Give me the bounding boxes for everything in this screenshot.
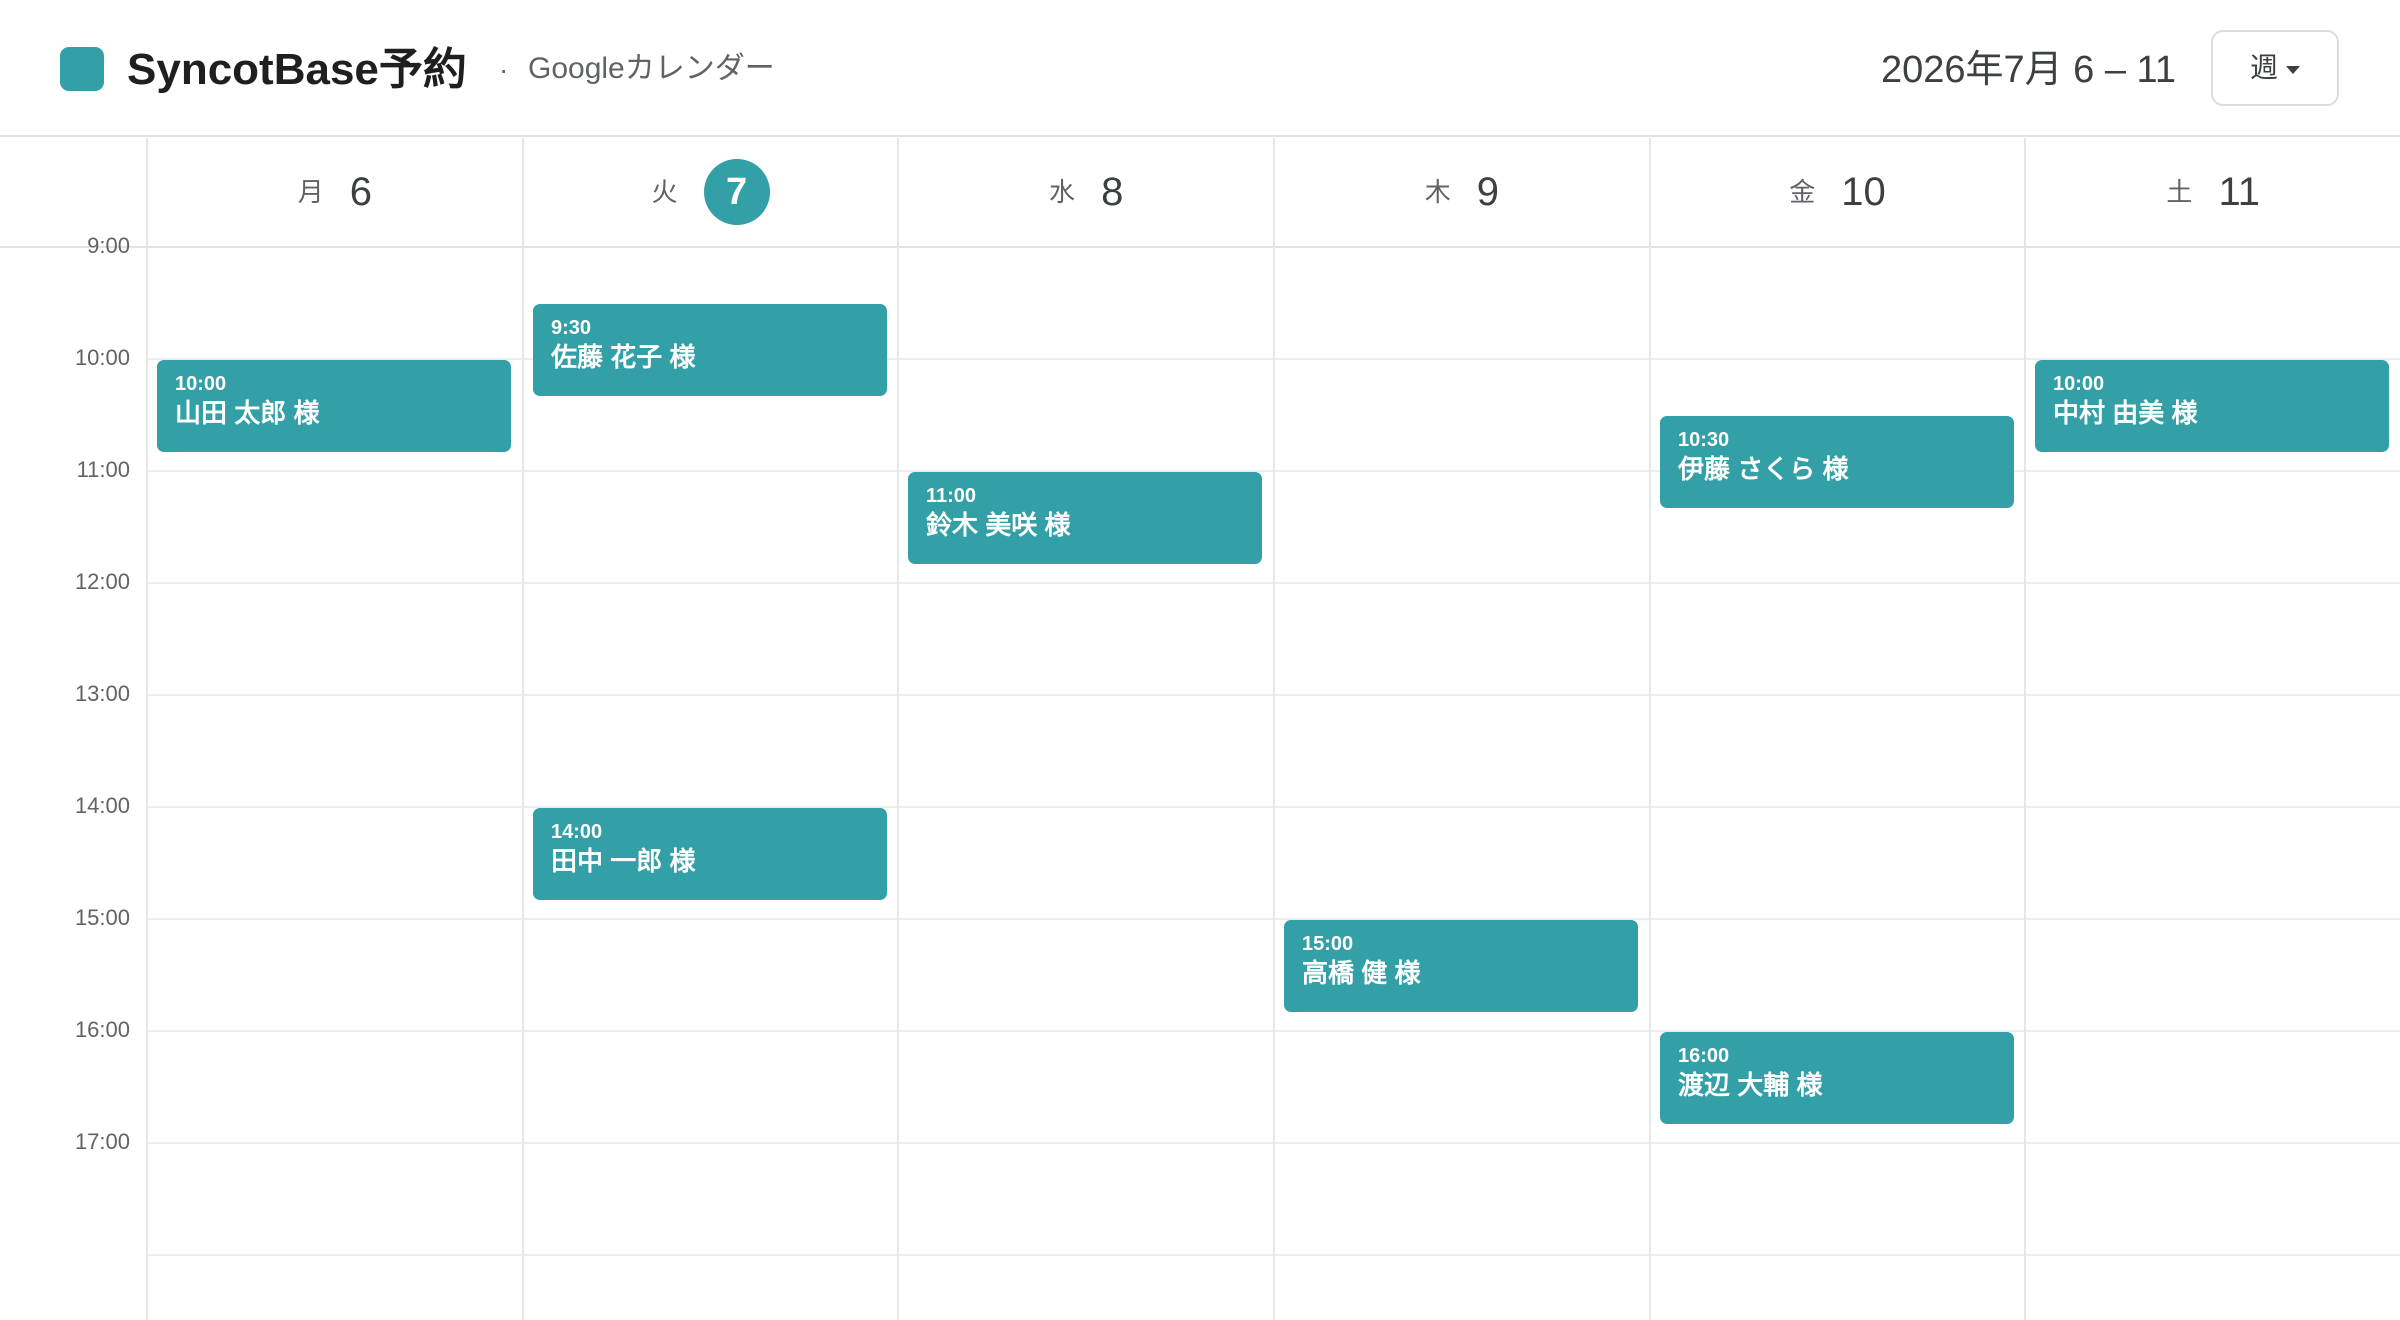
event-customer-name: 佐藤 花子 様	[551, 342, 696, 372]
booking-event[interactable]: 10:30 伊藤 さくら 様	[1660, 416, 2014, 508]
event-customer-name: 渡辺 大輔 様	[1678, 1070, 1823, 1100]
booking-event[interactable]: 14:00 田中 一郎 様	[533, 808, 887, 900]
day-number: 11	[2218, 170, 2260, 214]
brand-square-icon	[60, 47, 104, 91]
event-start-time: 16:00	[1678, 1045, 1730, 1067]
day-of-week-label: 月	[297, 177, 324, 207]
time-label: 14:00	[74, 793, 130, 818]
event-customer-name: 山田 太郎 様	[175, 398, 320, 428]
time-label: 13:00	[74, 681, 130, 706]
day-header[interactable]: 土 11	[2024, 138, 2400, 246]
day-of-week-label: 木	[1424, 177, 1451, 207]
booking-event[interactable]: 11:00 鈴木 美咲 様	[908, 472, 1262, 564]
app-title: SyncotBase予約	[127, 45, 467, 94]
event-customer-name: 鈴木 美咲 様	[926, 510, 1071, 540]
week-grid: 9:00 10:00 11:00 12:00 13:00 14:00 15:00 16:00 1…	[0, 138, 2400, 1320]
event-start-time: 10:00	[2053, 373, 2105, 395]
day-of-week-label: 火	[651, 177, 678, 207]
booking-event[interactable]: 15:00 高橋 健 様	[1284, 920, 1638, 1012]
day-column-divider	[897, 138, 899, 1320]
day-number: 6	[349, 170, 372, 214]
day-column-divider	[1649, 138, 1651, 1320]
event-start-time: 10:00	[175, 373, 227, 395]
day-number: 9	[1476, 170, 1499, 214]
app-header: SyncotBase予約 · Googleカレンダー 2026年7月 6 – 1…	[0, 0, 2400, 137]
day-column-divider	[522, 138, 524, 1320]
event-customer-name: 伊藤 さくら 様	[1678, 454, 1849, 484]
time-label: 10:00	[74, 345, 130, 370]
event-start-time: 14:00	[551, 821, 603, 843]
day-number: 10	[1841, 170, 1886, 214]
time-label: 12:00	[74, 569, 130, 594]
day-header[interactable]: 木9	[1273, 138, 1649, 246]
event-start-time: 9:30	[551, 317, 592, 339]
booking-event[interactable]: 10:00 山田 太郎 様	[157, 360, 511, 452]
event-start-time: 11:00	[926, 485, 977, 507]
day-header[interactable]: 月6	[146, 138, 522, 246]
time-label: 15:00	[74, 905, 130, 930]
today-date-badge: 7	[703, 159, 770, 225]
view-selector-button[interactable]: 週	[2211, 30, 2339, 106]
event-customer-name: 高橋 健 様	[1302, 958, 1421, 988]
day-header[interactable]: 水8	[897, 138, 1273, 246]
day-column-divider	[146, 138, 148, 1320]
day-column-divider	[2024, 138, 2026, 1320]
day-number: 8	[1101, 170, 1124, 214]
date-range-label: 2026年7月 6 – 11	[1880, 49, 2176, 91]
event-customer-name: 田中 一郎 様	[551, 846, 696, 876]
time-label: 9:00	[87, 233, 130, 258]
event-customer-name: 中村 由美 様	[2053, 398, 2198, 428]
calendar-source-label: Googleカレンダー	[528, 52, 775, 85]
caret-down-icon	[2286, 66, 2300, 74]
day-header[interactable]: 金 10	[1648, 138, 2025, 246]
day-header[interactable]: 火7	[521, 138, 898, 246]
hour-gridline	[0, 246, 2400, 248]
view-selector-label: 週	[2249, 52, 2278, 83]
time-label: 16:00	[74, 1017, 130, 1042]
title-separator: ·	[499, 54, 509, 85]
day-of-week-label: 土	[2166, 177, 2193, 207]
event-start-time: 10:30	[1678, 429, 1730, 451]
time-label: 11:00	[76, 457, 130, 482]
day-of-week-label: 水	[1049, 177, 1076, 207]
day-of-week-label: 金	[1789, 177, 1816, 207]
booking-event[interactable]: 9:30 佐藤 花子 様	[533, 304, 887, 396]
booking-event[interactable]: 16:00 渡辺 大輔 様	[1660, 1032, 2014, 1124]
event-start-time: 15:00	[1302, 933, 1354, 955]
booking-event[interactable]: 10:00 中村 由美 様	[2035, 360, 2389, 452]
time-label: 17:00	[74, 1129, 130, 1154]
day-column-divider	[1273, 138, 1275, 1320]
